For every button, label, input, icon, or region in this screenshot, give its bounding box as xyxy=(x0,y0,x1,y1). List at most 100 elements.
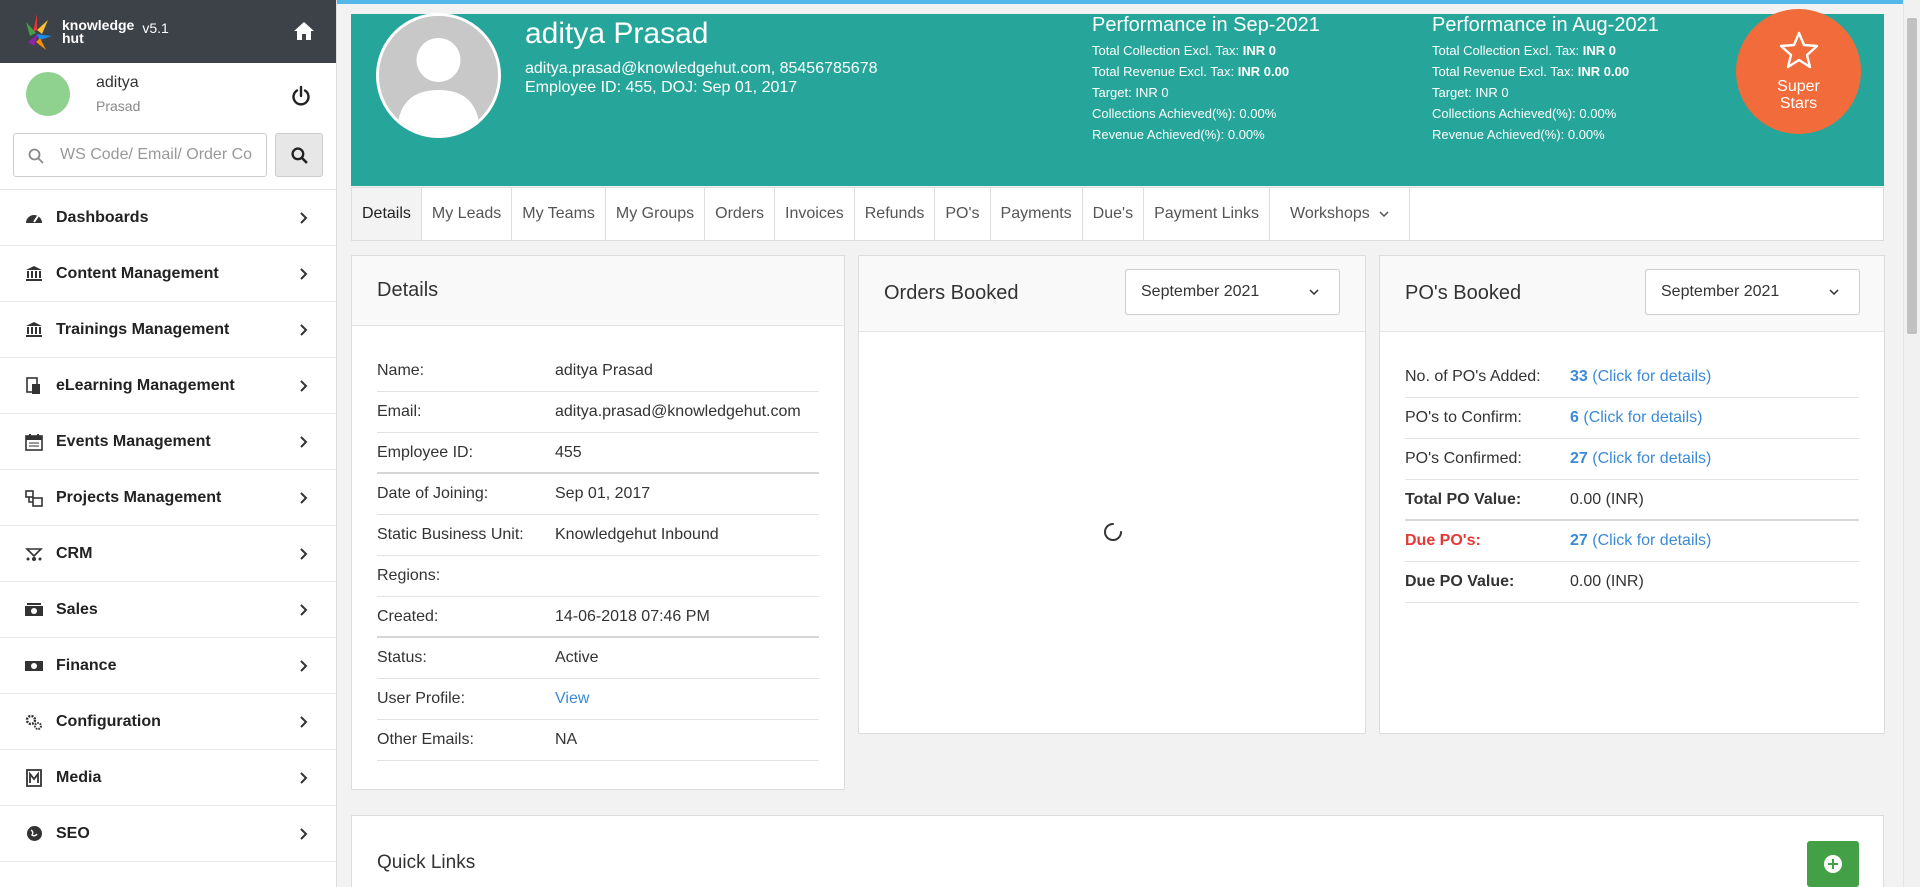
chevron-right-icon xyxy=(300,828,308,840)
sidebar-item-media[interactable]: Media xyxy=(0,750,336,806)
details-row-date-of-joining: Date of Joining: Sep 01, 2017 xyxy=(377,474,819,515)
globe-icon xyxy=(24,824,44,844)
home-icon[interactable] xyxy=(292,20,316,42)
chevron-right-icon xyxy=(300,492,308,504)
pos-list: No. of PO's Added: 33 (Click for details)… xyxy=(1380,332,1884,603)
pos-booked-header: PO's Booked September 2021 xyxy=(1380,256,1884,332)
top-progress-line xyxy=(337,0,1920,4)
star-icon xyxy=(1779,31,1818,69)
add-quick-link-button[interactable] xyxy=(1807,841,1859,887)
tab-invoices[interactable]: Invoices xyxy=(775,188,855,240)
sidebar-item-sales[interactable]: Sales xyxy=(0,582,336,638)
details-row-created: Created: 14-06-2018 07:46 PM xyxy=(377,597,819,638)
sidebar-item-elearning-management[interactable]: eLearning Management xyxy=(0,358,336,414)
gears-icon xyxy=(24,712,44,732)
orders-booked-title: Orders Booked xyxy=(884,282,1019,304)
sidebar-item-content-management[interactable]: Content Management xyxy=(0,246,336,302)
search-bar xyxy=(0,125,336,190)
projects-icon xyxy=(24,488,44,508)
details-card-header: Details xyxy=(352,256,844,326)
performance-title: Performance in Sep-2021 xyxy=(1092,14,1320,36)
user-info: aditya Prasad xyxy=(0,63,336,125)
sidebar-item-events-management[interactable]: Events Management xyxy=(0,414,336,470)
chevron-right-icon xyxy=(300,212,308,224)
sidebar-item-trainings-management[interactable]: Trainings Management xyxy=(0,302,336,358)
quick-links-card: Quick Links xyxy=(351,815,1884,887)
sidebar-item-crm[interactable]: CRM xyxy=(0,526,336,582)
details-row-status: Status: Active xyxy=(377,638,819,679)
sidebar-item-dashboards[interactable]: Dashboards xyxy=(0,190,336,246)
sidebar-item-label: CRM xyxy=(56,544,93,562)
profile-tabs: Details My Leads My Teams My Groups Orde… xyxy=(351,187,1884,241)
tab-my-teams[interactable]: My Teams xyxy=(512,188,606,240)
pos-due-link[interactable]: 27 (Click for details) xyxy=(1570,532,1711,550)
performance-collections-achieved: Collections Achieved(%): 0.00% xyxy=(1432,106,1617,121)
tab-orders[interactable]: Orders xyxy=(705,188,776,240)
pos-confirmed-link[interactable]: 27 (Click for details) xyxy=(1570,450,1711,468)
pos-row-confirmed: PO's Confirmed: 27 (Click for details) xyxy=(1405,439,1859,480)
brand-name: knowledge hut xyxy=(62,18,134,46)
view-profile-link[interactable]: View xyxy=(555,690,589,708)
pos-booked-title: PO's Booked xyxy=(1405,282,1522,304)
elearning-icon xyxy=(24,376,44,396)
sidebar-item-projects-management[interactable]: Projects Management xyxy=(0,470,336,526)
profile-avatar xyxy=(376,13,501,138)
search-button[interactable] xyxy=(275,133,323,177)
pos-month-value: September 2021 xyxy=(1661,283,1780,300)
details-row-other-emails: Other Emails: NA xyxy=(377,720,819,761)
tab-details[interactable]: Details xyxy=(352,188,422,240)
avatar[interactable] xyxy=(26,72,70,116)
brand-bar: knowledge hut v5.1 xyxy=(0,0,336,63)
power-icon[interactable] xyxy=(290,85,312,107)
performance-collections-achieved: Collections Achieved(%): 0.00% xyxy=(1092,106,1277,121)
performance-target: Target: INR 0 xyxy=(1432,85,1509,100)
chevron-right-icon xyxy=(300,436,308,448)
tab-my-groups[interactable]: My Groups xyxy=(606,188,706,240)
loading-spinner-icon xyxy=(1104,523,1122,541)
performance-revenue: Total Revenue Excl. Tax: INR 0.00 xyxy=(1432,64,1630,79)
details-row-user-profile: User Profile: View xyxy=(377,679,819,720)
tab-payment-links[interactable]: Payment Links xyxy=(1144,188,1270,240)
tab-dues[interactable]: Due's xyxy=(1083,188,1145,240)
sidebar-item-label: Projects Management xyxy=(56,488,222,506)
profile-email-phone: aditya.prasad@knowledgehut.com, 85456785… xyxy=(525,60,878,77)
scrollbar-thumb[interactable] xyxy=(1907,18,1917,334)
quick-links-title: Quick Links xyxy=(377,852,476,873)
knowledgehut-logo[interactable] xyxy=(18,12,56,52)
tab-payments[interactable]: Payments xyxy=(991,188,1083,240)
performance-current: Performance in Sep-2021 Total Collection… xyxy=(1092,14,1320,145)
sidebar-item-finance[interactable]: Finance xyxy=(0,638,336,694)
details-row-business-unit: Static Business Unit: Knowledgehut Inboun… xyxy=(377,515,819,556)
sidebar-item-seo[interactable]: SEO xyxy=(0,806,336,862)
pos-to-confirm-link[interactable]: 6 (Click for details) xyxy=(1570,409,1703,427)
tab-workshops-label: Workshops xyxy=(1290,205,1370,222)
money-icon xyxy=(24,656,44,676)
search-icon xyxy=(291,146,308,164)
tab-refunds[interactable]: Refunds xyxy=(855,188,936,240)
details-card-title: Details xyxy=(377,279,439,301)
sidebar-item-label: Content Management xyxy=(56,264,219,282)
chevron-right-icon xyxy=(300,604,308,616)
profile-employee-doj: Employee ID: 455, DOJ: Sep 01, 2017 xyxy=(525,79,798,96)
profile-contact: aditya.prasad@knowledgehut.com, 85456785… xyxy=(525,59,878,97)
chevron-right-icon xyxy=(300,380,308,392)
bank-icon xyxy=(24,264,44,284)
tab-pos[interactable]: PO's xyxy=(935,188,991,240)
pos-added-link[interactable]: 33 (Click for details) xyxy=(1570,368,1711,386)
sidebar-item-configuration[interactable]: Configuration xyxy=(0,694,336,750)
tab-workshops[interactable]: Workshops xyxy=(1270,188,1410,240)
search-input[interactable] xyxy=(14,134,267,176)
chevron-right-icon xyxy=(300,324,308,336)
orders-booked-card: Orders Booked September 2021 xyxy=(858,255,1366,734)
page-scrollbar[interactable] xyxy=(1903,0,1920,887)
sidebar-item-label: SEO xyxy=(56,824,90,842)
sidebar-item-label: Media xyxy=(56,768,102,786)
super-stars-button[interactable]: Super Stars xyxy=(1736,9,1861,134)
brand-name-line2: hut xyxy=(62,29,84,46)
profile-header: aditya Prasad aditya.prasad@knowledgehut… xyxy=(351,9,1884,186)
money-icon xyxy=(24,600,44,620)
orders-month-select[interactable]: September 2021 xyxy=(1125,269,1340,315)
pos-month-select[interactable]: September 2021 xyxy=(1645,269,1860,315)
performance-target: Target: INR 0 xyxy=(1092,85,1169,100)
tab-my-leads[interactable]: My Leads xyxy=(422,188,513,240)
